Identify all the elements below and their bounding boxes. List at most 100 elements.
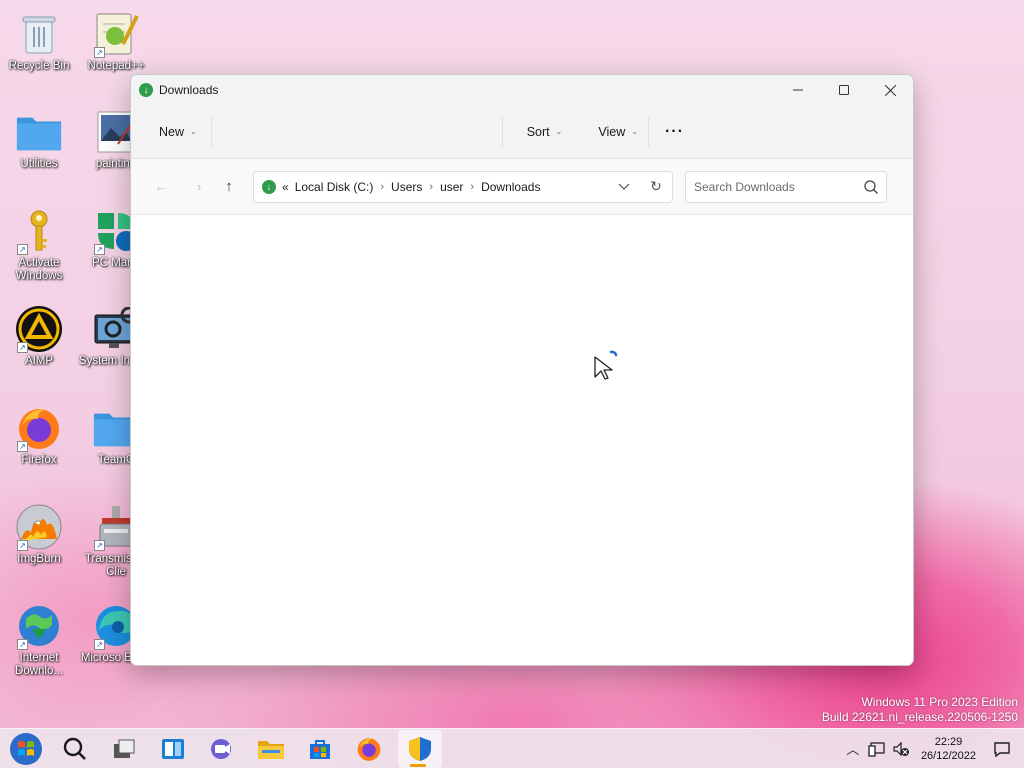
arrow-up-icon: ↑ xyxy=(225,178,233,195)
shortcut-arrow-icon: ↗ xyxy=(94,639,105,650)
desktop-icon-firefox[interactable]: ↗ Firefox xyxy=(1,404,77,467)
windows-edition-watermark: Windows 11 Pro 2023 Edition Build 22621.… xyxy=(822,695,1018,725)
windows-orb-icon xyxy=(10,732,42,765)
desktop-icon-imgburn[interactable]: ↗ ImgBurn xyxy=(1,503,77,566)
toolbar-divider xyxy=(501,116,503,147)
store-icon xyxy=(310,739,330,759)
chevron-right-icon[interactable]: › xyxy=(380,181,384,193)
firefox-taskbar-button[interactable] xyxy=(349,730,389,768)
downloads-icon: ↓ xyxy=(139,83,153,97)
shortcut-arrow-icon: ↗ xyxy=(94,540,105,551)
network-tray-button[interactable] xyxy=(865,734,889,764)
more-options-icon: ··· xyxy=(664,122,684,140)
shield-icon xyxy=(409,736,431,761)
notepad-plus-plus-icon: ↗ xyxy=(92,10,140,58)
start-button[interactable] xyxy=(6,730,46,768)
arrow-left-icon: ← xyxy=(154,179,168,194)
toolbar-divider xyxy=(210,116,212,147)
maximize-button[interactable] xyxy=(821,75,867,105)
chevron-down-icon: ⌄ xyxy=(555,127,563,136)
desktop-icon-recycle-bin[interactable]: Recycle Bin xyxy=(1,10,77,73)
toolbar-divider xyxy=(647,116,649,147)
shortcut-arrow-icon: ↗ xyxy=(17,244,28,255)
address-bar[interactable]: ↓ « Local Disk (C:) › Users › user › Dow… xyxy=(253,170,673,203)
show-hidden-icons-button[interactable]: ︿ xyxy=(841,734,865,764)
address-actions: ↻ xyxy=(608,172,672,202)
desktop-icon-label: ImgBurn xyxy=(17,553,61,565)
address-history-button[interactable] xyxy=(608,172,640,202)
network-icon xyxy=(868,741,885,757)
desktop-icon-internet-download-manager[interactable]: ↗ Internet Downlo... xyxy=(1,602,77,678)
command-bar: New ⌄ Sort ⌄ View ⌄ ··· xyxy=(131,105,913,159)
arrow-right-icon: › xyxy=(196,179,202,194)
chevron-right-icon[interactable]: › xyxy=(429,181,433,193)
sort-label: Sort xyxy=(526,124,550,139)
desktop-icon-label: Notepad++ xyxy=(87,60,145,72)
search-icon[interactable] xyxy=(864,179,878,194)
microsoft-store-button[interactable] xyxy=(300,730,340,768)
chevron-down-icon xyxy=(619,183,629,190)
shortcut-arrow-icon: ↗ xyxy=(94,244,105,255)
back-button[interactable]: ← xyxy=(147,173,175,201)
desktop-icon-aimp[interactable]: ↗ AIMP xyxy=(1,305,77,368)
refresh-button[interactable]: ↻ xyxy=(640,172,672,202)
shortcut-arrow-icon: ↗ xyxy=(94,47,105,58)
breadcrumb-user[interactable]: user xyxy=(440,180,463,194)
aimp-icon: ↗ xyxy=(15,305,63,353)
search-button[interactable] xyxy=(55,730,95,768)
shortcut-arrow-icon: ↗ xyxy=(17,342,28,353)
chevron-right-icon[interactable]: › xyxy=(470,181,474,193)
system-tray: ︿ 22:29 26/12/2022 xyxy=(841,729,1024,768)
desktop-icon-utilities[interactable]: Utilities xyxy=(1,108,77,171)
notifications-button[interactable] xyxy=(990,734,1014,764)
internet-download-manager-icon: ↗ xyxy=(15,602,63,650)
widgets-button[interactable] xyxy=(153,730,193,768)
forward-button[interactable]: › xyxy=(185,173,213,201)
volume-tray-button[interactable] xyxy=(889,734,913,764)
folder-icon xyxy=(15,108,63,156)
search-icon xyxy=(63,737,86,760)
search-input[interactable] xyxy=(694,179,864,194)
task-view-button[interactable] xyxy=(104,730,144,768)
more-options-button[interactable]: ··· xyxy=(655,116,694,148)
desktop-icon-activate-windows[interactable]: ↗ Activate Windows xyxy=(1,207,77,283)
breadcrumb-local-disk[interactable]: Local Disk (C:) xyxy=(295,180,374,194)
security-app-taskbar-button[interactable] xyxy=(398,729,442,768)
desktop-icon-label: Firefox xyxy=(21,454,57,466)
new-button[interactable]: New ⌄ xyxy=(149,116,207,148)
window-controls xyxy=(775,75,913,105)
breadcrumb-users[interactable]: Users xyxy=(391,180,422,194)
teams-chat-button[interactable] xyxy=(202,730,242,768)
desktop-icon-notepad-plus-plus[interactable]: ↗ Notepad++ xyxy=(78,10,154,73)
clock-time: 22:29 xyxy=(934,735,963,748)
window-titlebar[interactable]: ↓ Downloads xyxy=(131,75,913,105)
close-button[interactable] xyxy=(867,75,913,105)
breadcrumb-downloads[interactable]: Downloads xyxy=(481,180,540,194)
desktop-icon-label: Utilities xyxy=(20,158,58,170)
watermark-edition: Windows 11 Pro 2023 Edition xyxy=(861,695,1018,709)
shortcut-arrow-icon: ↗ xyxy=(17,441,28,452)
key-icon: ↗ xyxy=(15,207,63,255)
chat-icon xyxy=(211,738,231,759)
desktop-icon-label: Activate Windows xyxy=(15,257,63,282)
sort-button[interactable]: Sort ⌄ xyxy=(517,116,573,148)
downloads-icon: ↓ xyxy=(262,179,276,194)
breadcrumb-overflow[interactable]: « xyxy=(282,180,289,194)
file-explorer-taskbar-button[interactable] xyxy=(251,730,291,768)
view-label: View xyxy=(598,124,626,139)
desktop-icon-label: AIMP xyxy=(24,355,54,367)
clock-date: 26/12/2022 xyxy=(920,749,976,762)
imgburn-icon: ↗ xyxy=(15,503,63,551)
window-title: Downloads xyxy=(159,83,219,97)
file-list-area[interactable] xyxy=(131,215,913,665)
new-label: New xyxy=(159,124,185,139)
notification-icon xyxy=(994,741,1010,757)
taskbar-clock[interactable]: 22:29 26/12/2022 xyxy=(921,735,976,763)
file-explorer-window[interactable]: ↓ Downloads New ⌄ Sort ⌄ View ⌄ ··· ← › … xyxy=(130,74,914,666)
watermark-build: Build 22621.ni_release.220506-1250 xyxy=(821,710,1018,724)
search-box[interactable] xyxy=(685,170,887,203)
minimize-button[interactable] xyxy=(775,75,821,105)
view-button[interactable]: View ⌄ xyxy=(588,116,648,148)
chevron-down-icon: ⌄ xyxy=(190,127,197,136)
up-button[interactable]: ↑ xyxy=(215,173,243,201)
